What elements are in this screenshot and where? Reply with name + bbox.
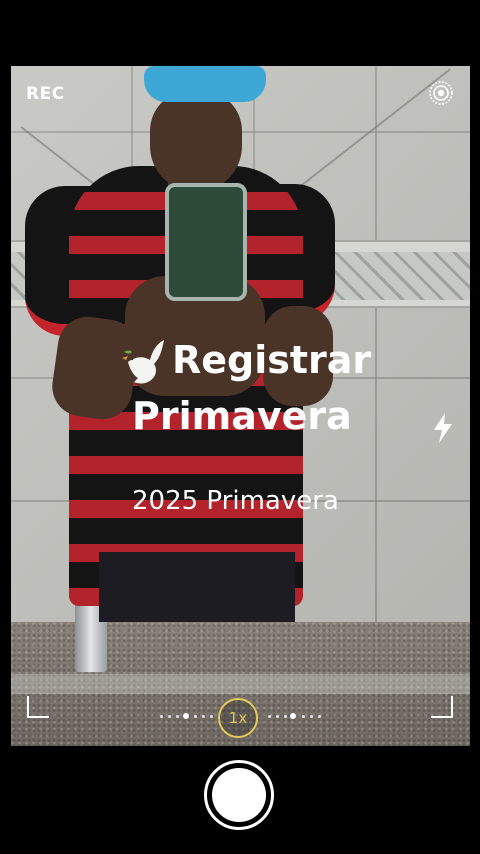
- rec-label[interactable]: REC: [26, 84, 65, 104]
- zoom-tick: [168, 715, 171, 718]
- dove-icon: [122, 340, 164, 384]
- lightning-icon[interactable]: [431, 412, 455, 444]
- zoom-tick: [194, 715, 197, 718]
- zoom-1x-button[interactable]: 1x: [218, 698, 258, 738]
- live-circle-icon[interactable]: [428, 80, 454, 106]
- zoom-stop[interactable]: [290, 713, 296, 719]
- zoom-control[interactable]: 1x: [156, 698, 324, 738]
- zoom-tick: [310, 715, 313, 718]
- zoom-tick: [202, 715, 205, 718]
- zoom-tick: [318, 715, 321, 718]
- overlay-subtitle: 2025 Primavera: [132, 486, 339, 516]
- zoom-tick: [176, 715, 179, 718]
- zoom-tick: [268, 715, 271, 718]
- blue-cap: [144, 66, 266, 102]
- zoom-tick: [302, 715, 305, 718]
- title-line-1: Registrar: [172, 338, 372, 382]
- title-line-2: Primavera: [132, 394, 352, 438]
- shutter-inner: [212, 768, 266, 822]
- held-phone: [165, 183, 247, 301]
- shutter-button[interactable]: [204, 760, 274, 830]
- counter-edge: [11, 674, 470, 694]
- head: [150, 92, 242, 190]
- frame-corner-bottom-right: [431, 696, 453, 718]
- zoom-tick: [276, 715, 279, 718]
- zoom-tick: [284, 715, 287, 718]
- zoom-tick: [210, 715, 213, 718]
- zoom-tick: [160, 715, 163, 718]
- frame-corner-bottom-left: [27, 696, 49, 718]
- zoom-stop[interactable]: [183, 713, 189, 719]
- pants: [99, 552, 295, 622]
